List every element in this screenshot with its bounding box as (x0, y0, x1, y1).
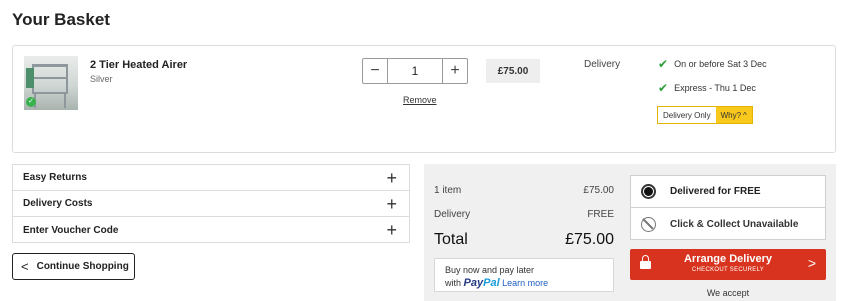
delivery-only-text: Delivery Only (658, 107, 716, 123)
we-accept-label: We accept (706, 288, 750, 298)
summary-delivery-row: Delivery FREE (434, 209, 614, 220)
product-variant: Silver (90, 74, 113, 84)
summary-delivery-label: Delivery (434, 209, 471, 220)
chevron-left-icon: < (21, 259, 29, 274)
paypal-line1: Buy now and pay later (445, 265, 535, 275)
accordion-easy-returns[interactable]: Easy Returns + (13, 165, 409, 191)
summary-total-label: Total (434, 231, 468, 248)
expand-plus-icon: + (386, 193, 397, 214)
checkout-securely-label: CHECKOUT SECURELY (691, 267, 765, 273)
accordion-label: Easy Returns (23, 172, 87, 183)
accordion-delivery-costs[interactable]: Delivery Costs + (13, 191, 409, 217)
delivery-only-badge: Delivery Only Why? ^ (657, 106, 753, 124)
product-name[interactable]: 2 Tier Heated Airer (90, 59, 187, 71)
unavailable-icon (641, 216, 656, 232)
eco-badge-icon: ✓ (26, 97, 36, 107)
paypal-credit-box: Buy now and pay later with PayPal Learn … (434, 258, 614, 292)
summary-delivery-value: FREE (587, 209, 614, 220)
why-label: Why? (720, 110, 742, 120)
accordion-label: Enter Voucher Code (23, 224, 119, 236)
minus-icon: − (370, 62, 380, 79)
delivery-option-standard: ✔ On or before Sat 3 Dec (658, 58, 767, 70)
summary-total-value: £75.00 (565, 231, 614, 248)
arrange-delivery-button[interactable]: Arrange Delivery CHECKOUT SECURELY > (630, 249, 826, 280)
order-summary: 1 item £75.00 Delivery FREE Total £75.00… (424, 164, 836, 301)
quantity-input[interactable]: 1 (388, 59, 442, 83)
quantity-stepper: − 1 + (362, 58, 468, 84)
chevron-up-icon: ^ (743, 110, 747, 120)
remove-link[interactable]: Remove (403, 95, 437, 105)
delivery-label: Delivery (584, 59, 621, 70)
shipping-option-label: Delivered for FREE (670, 186, 761, 197)
paypal-with: with (445, 278, 462, 288)
basket-accordion: Easy Returns + Delivery Costs + Enter Vo… (12, 164, 410, 243)
delivery-option-text: Express - Thu 1 Dec (674, 83, 756, 93)
summary-items-value: £75.00 (583, 185, 614, 196)
expand-plus-icon: + (386, 220, 397, 240)
radio-selected-icon[interactable] (641, 184, 656, 199)
accordion-label: Delivery Costs (23, 198, 93, 209)
shipping-option-collect: Click & Collect Unavailable (631, 208, 825, 240)
check-icon: ✔ (658, 81, 669, 95)
shipping-option-label: Click & Collect Unavailable (670, 218, 799, 230)
learn-more-link[interactable]: Learn more (502, 278, 548, 288)
product-thumbnail[interactable]: ✓ (24, 56, 78, 110)
shipping-options: Delivered for FREE Click & Collect Unava… (630, 175, 826, 240)
item-price: £75.00 (486, 59, 540, 83)
chevron-right-icon: > (807, 255, 816, 271)
accordion-voucher-code[interactable]: Enter Voucher Code + (13, 217, 409, 243)
continue-shopping-label: Continue Shopping (36, 261, 129, 272)
why-button[interactable]: Why? ^ (715, 107, 752, 123)
summary-total-row: Total £75.00 (434, 231, 614, 249)
summary-items-row: 1 item £75.00 (434, 185, 614, 196)
delivery-option-text: On or before Sat 3 Dec (674, 59, 767, 69)
shipping-option-delivery[interactable]: Delivered for FREE (631, 176, 825, 208)
plus-icon: + (450, 62, 460, 79)
increase-quantity-button[interactable]: + (442, 59, 467, 83)
expand-plus-icon: + (386, 167, 397, 188)
check-icon: ✔ (658, 57, 669, 71)
paypal-logo-icon: PayPal (463, 277, 500, 289)
arrange-delivery-label: Arrange Delivery (683, 253, 773, 265)
decrease-quantity-button[interactable]: − (363, 59, 388, 83)
delivery-option-express: ✔ Express - Thu 1 Dec (658, 82, 756, 94)
basket-item-card: ✓ 2 Tier Heated Airer Silver − 1 + Remov… (12, 45, 836, 153)
summary-items-label: 1 item (434, 185, 462, 196)
continue-shopping-button[interactable]: < Continue Shopping (12, 253, 135, 280)
page-title: Your Basket (12, 10, 110, 29)
